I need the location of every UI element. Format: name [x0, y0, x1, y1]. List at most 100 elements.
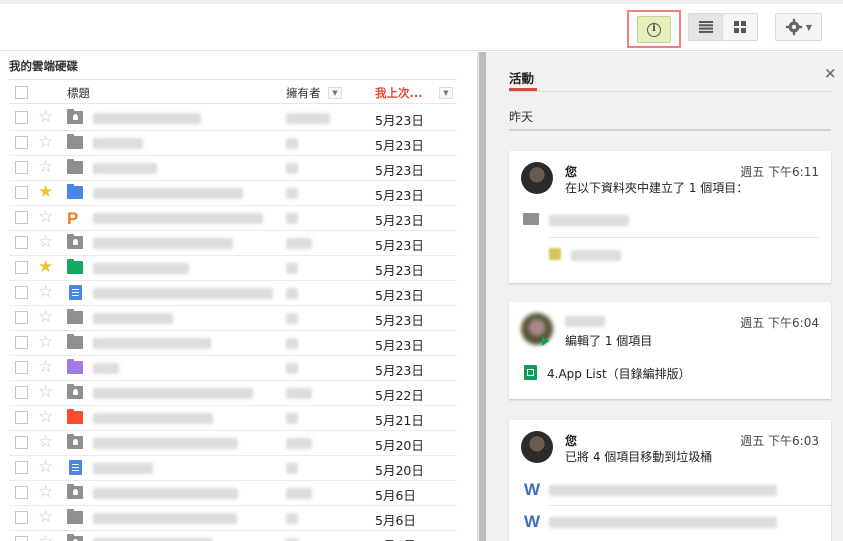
modified-date: 5月6日 [375, 513, 416, 528]
row-checkbox[interactable] [15, 461, 28, 474]
row-checkbox[interactable] [15, 211, 28, 224]
table-row[interactable]: ☆ 5月5日 [9, 531, 457, 541]
row-checkbox[interactable] [15, 136, 28, 149]
redacted-file-title[interactable] [93, 288, 273, 299]
table-row[interactable]: ☆ 5月23日 [9, 331, 457, 356]
star-icon[interactable]: ☆ [38, 357, 53, 377]
redacted-file-title[interactable] [93, 413, 213, 424]
breadcrumb[interactable]: 我的雲端硬碟 [9, 58, 78, 74]
redacted-file-title[interactable] [93, 138, 143, 149]
edited-item-link[interactable]: 4.App List（目錄編排版） [547, 365, 691, 382]
table-row[interactable]: ☆ 5月20日 [9, 431, 457, 456]
table-row[interactable]: ☆ 5月20日 [9, 456, 457, 481]
table-row[interactable]: ★ 5月23日 [9, 181, 457, 206]
row-checkbox[interactable] [15, 361, 28, 374]
row-checkbox[interactable] [15, 286, 28, 299]
row-checkbox[interactable] [15, 236, 28, 249]
redacted-file-title[interactable] [93, 438, 238, 449]
table-row[interactable]: ☆ 5月23日 [9, 281, 457, 306]
row-checkbox[interactable] [15, 486, 28, 499]
redacted-file-title[interactable] [93, 488, 238, 499]
scrollbar[interactable] [477, 52, 486, 541]
star-icon[interactable]: ☆ [38, 207, 53, 227]
redacted-file-title[interactable] [93, 238, 233, 249]
row-checkbox[interactable] [15, 111, 28, 124]
redacted-file-title[interactable] [93, 338, 211, 349]
activity-card[interactable]: 您 週五 下午6:03 已將 4 個項目移動到垃圾桶 W W [509, 420, 831, 541]
modified-date: 5月23日 [375, 188, 424, 203]
list-view-button[interactable] [688, 13, 723, 41]
grid-view-button[interactable] [722, 13, 758, 41]
redacted-file-title[interactable] [93, 363, 119, 374]
table-row[interactable]: ☆ 5月6日 [9, 481, 457, 506]
star-icon[interactable]: ☆ [38, 132, 53, 152]
date-sort-icon[interactable]: ▼ [439, 87, 453, 99]
settings-button[interactable]: ▼ [775, 13, 822, 41]
star-icon[interactable]: ☆ [38, 457, 53, 477]
row-checkbox[interactable] [15, 311, 28, 324]
redacted-file-title[interactable] [93, 313, 173, 324]
redacted-owner [286, 138, 298, 149]
redacted-file-title[interactable] [93, 263, 189, 274]
star-icon[interactable]: ☆ [38, 482, 53, 502]
table-row[interactable]: ☆ 5月23日 [9, 306, 457, 331]
star-icon[interactable]: ★ [38, 257, 53, 277]
row-checkbox[interactable] [15, 436, 28, 449]
table-row[interactable]: ☆ 5月21日 [9, 406, 457, 431]
column-last-modified[interactable]: 我上次... [375, 85, 423, 101]
star-icon[interactable]: ☆ [38, 507, 53, 527]
table-row[interactable]: ☆ 5月23日 [9, 356, 457, 381]
star-icon[interactable]: ☆ [38, 332, 53, 352]
row-checkbox[interactable] [15, 411, 28, 424]
table-row[interactable]: ☆ 5月23日 [9, 131, 457, 156]
owner-sort-icon[interactable]: ▼ [328, 87, 342, 99]
table-row[interactable]: ☆ P 5月23日 [9, 206, 457, 231]
redacted-file-title[interactable] [93, 213, 263, 224]
table-row[interactable]: ☆ 5月6日 [9, 506, 457, 531]
scrollbar-thumb[interactable] [479, 52, 486, 541]
activity-card[interactable]: 週五 下午6:04 編輯了 1 個項目 4.App List（目錄編排版） [509, 302, 831, 399]
star-icon[interactable]: ☆ [38, 382, 53, 402]
row-checkbox[interactable] [15, 386, 28, 399]
redacted-file-name[interactable] [549, 485, 777, 496]
star-icon[interactable]: ★ [38, 182, 53, 202]
row-checkbox[interactable] [15, 261, 28, 274]
close-icon[interactable]: × [824, 64, 837, 82]
redacted-file-name[interactable] [571, 250, 621, 261]
redacted-file-title[interactable] [93, 188, 243, 199]
table-row[interactable]: ☆ 5月23日 [9, 106, 457, 131]
star-icon[interactable]: ☆ [38, 107, 53, 127]
star-icon[interactable]: ☆ [38, 407, 53, 427]
shared-folder-icon [67, 484, 83, 499]
activity-card[interactable]: 您 週五 下午6:11 在以下資料夾中建立了 1 個項目： [509, 151, 831, 283]
row-checkbox[interactable] [15, 186, 28, 199]
redacted-file-title[interactable] [93, 463, 153, 474]
star-icon[interactable]: ☆ [38, 157, 53, 177]
details-button[interactable]: i [637, 16, 671, 43]
table-row[interactable]: ☆ 5月22日 [9, 381, 457, 406]
table-row[interactable]: ☆ 5月23日 [9, 231, 457, 256]
redacted-file-title[interactable] [93, 513, 237, 524]
star-icon[interactable]: ☆ [38, 307, 53, 327]
modified-date: 5月23日 [375, 238, 424, 253]
star-icon[interactable]: ☆ [38, 282, 53, 302]
redacted-file-title[interactable] [93, 388, 253, 399]
column-owner[interactable]: 擁有者 [286, 85, 321, 101]
select-all-checkbox[interactable] [15, 86, 28, 99]
redacted-file-title[interactable] [93, 163, 157, 174]
row-checkbox[interactable] [15, 161, 28, 174]
redacted-file-title[interactable] [93, 113, 201, 124]
table-row[interactable]: ☆ 5月23日 [9, 156, 457, 181]
star-icon[interactable]: ☆ [38, 232, 53, 252]
star-icon[interactable]: ☆ [38, 432, 53, 452]
table-row[interactable]: ★ 5月23日 [9, 256, 457, 281]
tab-activity[interactable]: 活動 [509, 68, 534, 87]
column-title[interactable]: 標題 [67, 85, 90, 101]
redacted-folder-name[interactable] [549, 215, 629, 226]
star-icon[interactable]: ☆ [38, 532, 53, 541]
gear-icon [785, 18, 803, 36]
redacted-file-name[interactable] [549, 517, 777, 528]
row-checkbox[interactable] [15, 511, 28, 524]
row-checkbox[interactable] [15, 336, 28, 349]
row-checkbox[interactable] [15, 536, 28, 541]
